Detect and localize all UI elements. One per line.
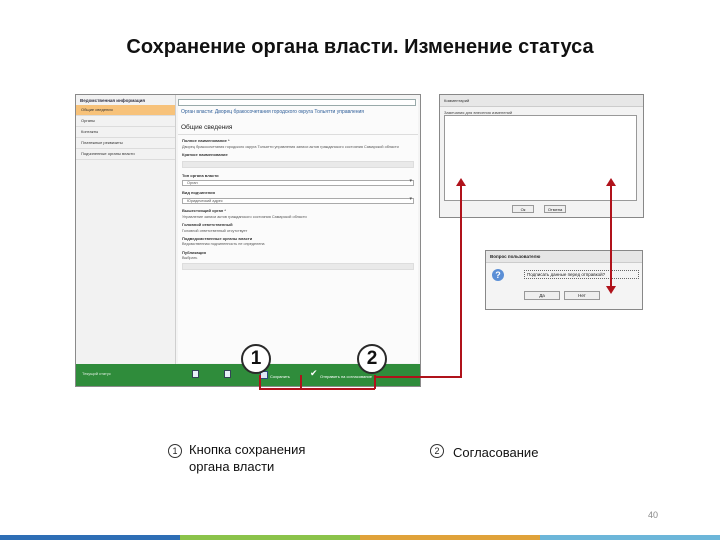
comment-textarea[interactable] bbox=[444, 115, 637, 201]
checkmark-icon: ✔ bbox=[310, 368, 318, 378]
annotation-line bbox=[300, 375, 302, 389]
nav-item-contacts[interactable]: Контакты bbox=[76, 127, 175, 138]
extra-field[interactable] bbox=[182, 262, 414, 270]
bar-segment bbox=[540, 535, 720, 540]
bottom-color-bar bbox=[0, 535, 720, 540]
nav-item-general[interactable]: Общие сведения bbox=[76, 105, 175, 116]
subordination-select-value: Юридический адрес bbox=[187, 198, 223, 203]
field-label-full-name: Полное наименование * bbox=[182, 138, 230, 144]
app-screenshot: Ведомственная информация Общие сведения … bbox=[75, 94, 421, 387]
page-number: 40 bbox=[648, 510, 659, 520]
document-icon[interactable] bbox=[224, 370, 231, 378]
caption-number-1: 1 bbox=[168, 444, 182, 458]
annotation-line bbox=[259, 375, 261, 389]
annotation-line bbox=[259, 388, 375, 390]
confirm-dialog-title: Вопрос пользователю bbox=[486, 251, 642, 263]
nav-item-organs[interactable]: Органы bbox=[76, 116, 175, 127]
marker-2: 2 bbox=[357, 344, 387, 374]
arrow-down-icon bbox=[606, 286, 616, 294]
confirm-no-button[interactable]: Нет bbox=[564, 291, 600, 300]
annotation-line bbox=[374, 376, 462, 378]
comment-dialog: Комментарий Замечания для внесения измен… bbox=[439, 94, 644, 218]
caption-approval: Согласование bbox=[453, 445, 539, 460]
arrow-up-icon bbox=[456, 178, 466, 186]
field-label-subordination: Вид подчинения bbox=[182, 190, 215, 196]
section-title: Общие сведения bbox=[178, 120, 418, 136]
search-input[interactable] bbox=[178, 99, 416, 106]
org-title: Орган власти: Дворец бракосочетания горо… bbox=[181, 109, 365, 115]
publication-select-link[interactable]: Выбрать bbox=[178, 256, 418, 260]
annotation-line bbox=[610, 184, 612, 290]
current-status: Текущий статус bbox=[82, 371, 111, 376]
bar-segment bbox=[0, 535, 180, 540]
caption-number-2: 2 bbox=[430, 444, 444, 458]
nav-item-subordinate[interactable]: Подчиненные органы власти bbox=[76, 149, 175, 160]
slide-title: Сохранение органа власти. Изменение стат… bbox=[126, 36, 594, 58]
annotation-line bbox=[460, 184, 462, 378]
comment-cancel-button[interactable]: Отмена bbox=[544, 205, 566, 213]
left-panel-header: Ведомственная информация bbox=[80, 98, 146, 103]
confirm-message: Подписать данные перед отправкой? bbox=[524, 270, 639, 279]
field-value-full-name[interactable]: Дворец бракосочетания городского округа … bbox=[178, 145, 418, 149]
bar-segment bbox=[180, 535, 360, 540]
field-label-publication: Публикация bbox=[182, 249, 206, 255]
main-form: Орган власти: Дворец бракосочетания горо… bbox=[178, 99, 418, 363]
marker-1: 1 bbox=[241, 344, 271, 374]
arrow-up-icon bbox=[606, 178, 616, 186]
field-label-head: Головной ответственный bbox=[182, 221, 233, 227]
send-button-label: Отправить на согласование bbox=[320, 374, 372, 379]
bar-segment bbox=[360, 535, 540, 540]
field-label-subordinates: Подведомственные органы власти bbox=[182, 235, 253, 241]
left-panel: Ведомственная информация Общие сведения … bbox=[76, 95, 176, 365]
short-name-field[interactable] bbox=[182, 160, 414, 168]
subordination-select[interactable]: Юридический адрес bbox=[182, 197, 414, 204]
confirm-yes-button[interactable]: Да bbox=[524, 291, 560, 300]
comment-ok-button[interactable]: Ок bbox=[512, 205, 534, 213]
question-icon: ? bbox=[492, 269, 504, 281]
field-label-short-name: Краткое наименование bbox=[182, 152, 228, 158]
comment-dialog-title: Комментарий bbox=[440, 95, 643, 107]
nav-item-payment[interactable]: Платежные реквизиты bbox=[76, 138, 175, 149]
type-select-value: Орган bbox=[187, 181, 198, 186]
caption-save-button: Кнопка сохранения органа власти bbox=[189, 442, 306, 474]
field-label-type: Тип органа власти bbox=[182, 172, 219, 178]
print-icon[interactable] bbox=[192, 370, 199, 378]
save-button-label: Сохранить bbox=[270, 374, 290, 379]
confirm-dialog: Вопрос пользователю ? Подписать данные п… bbox=[485, 250, 643, 310]
field-label-parent: Вышестоящий орган * bbox=[182, 207, 226, 213]
type-select[interactable]: Орган bbox=[182, 179, 414, 187]
